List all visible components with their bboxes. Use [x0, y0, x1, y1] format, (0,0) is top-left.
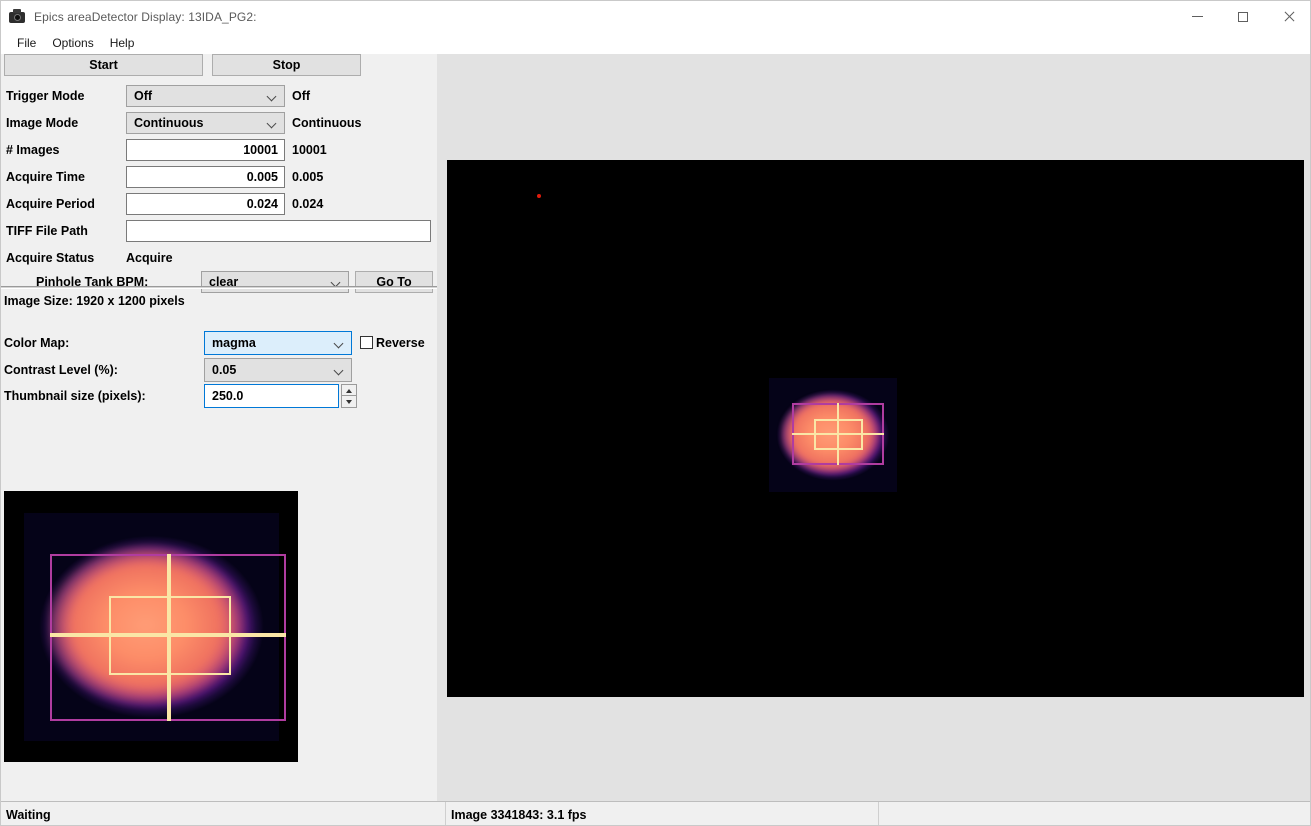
color-map-combo[interactable]: magma — [204, 330, 352, 355]
acquire-buttons: Start Stop — [4, 54, 434, 76]
contrast-level-label: Contrast Level (%): — [4, 362, 118, 377]
menu-bar: File Options Help — [1, 32, 1310, 54]
row-color-map: Color Map: magma Reverse — [1, 329, 425, 356]
chevron-down-icon — [268, 93, 276, 98]
chevron-down-icon — [335, 367, 343, 372]
crosshair-horizontal — [50, 633, 286, 637]
chevron-down-icon — [268, 120, 276, 125]
color-map-value: magma — [212, 335, 256, 350]
row-image-mode: Image Mode Continuous Continuous — [1, 109, 361, 136]
chevron-down-icon — [332, 279, 340, 284]
trigger-mode-readback: Off — [292, 88, 311, 103]
num-images-label: # Images — [6, 142, 60, 157]
image-size-label: Image Size: 1920 x 1200 pixels — [4, 294, 185, 308]
thumbnail-size-input[interactable]: 250.0 — [204, 383, 339, 408]
row-trigger-mode: Trigger Mode Off Off — [1, 82, 310, 109]
camera-icon — [9, 8, 25, 25]
thumbnail-size-stepper[interactable] — [341, 383, 357, 408]
color-map-label: Color Map: — [4, 335, 70, 350]
acquire-period-readback: 0.024 — [292, 196, 324, 211]
tiff-path-input[interactable] — [126, 219, 431, 242]
num-images-input[interactable]: 10001 — [126, 138, 285, 161]
status-frame-info: Image 3341843: 3.1 fps — [445, 801, 878, 825]
row-acquire-period: Acquire Period 0.024 0.024 — [1, 190, 323, 217]
maximize-icon — [1238, 11, 1248, 22]
menu-item-help[interactable]: Help — [102, 34, 143, 52]
num-images-readback: 10001 — [292, 142, 327, 157]
thumbnail-size-label: Thumbnail size (pixels): — [4, 388, 146, 403]
start-button[interactable]: Start — [4, 54, 203, 76]
reverse-label: Reverse — [376, 335, 425, 350]
application-window: Epics areaDetector Display: 13IDA_PG2: F… — [0, 0, 1311, 826]
stepper-down-icon[interactable] — [341, 395, 357, 408]
acquire-time-input[interactable]: 0.005 — [126, 165, 285, 188]
trigger-mode-combo[interactable]: Off — [126, 84, 285, 107]
acquire-status-value: Acquire — [126, 250, 173, 265]
status-extra — [878, 801, 1310, 825]
crosshair-horizontal — [792, 433, 884, 435]
row-pinhole-bpm: Pinhole Tank BPM: clear Go To — [1, 268, 433, 295]
status-message: Waiting — [6, 807, 51, 822]
row-acquire-time: Acquire Time 0.005 0.005 — [1, 163, 323, 190]
contrast-level-combo[interactable]: 0.05 — [204, 357, 352, 382]
thumbnail-image[interactable] — [4, 491, 298, 762]
control-panel: Start Stop Trigger Mode Off Off Image Mo… — [1, 54, 437, 801]
trigger-mode-label: Trigger Mode — [6, 88, 85, 103]
hot-pixel-marker — [537, 194, 541, 198]
row-contrast-level: Contrast Level (%): 0.05 — [1, 356, 352, 383]
title-bar: Epics areaDetector Display: 13IDA_PG2: — [1, 1, 1310, 32]
maximize-button[interactable] — [1220, 1, 1266, 32]
main-image[interactable] — [447, 160, 1304, 697]
minimize-button[interactable] — [1174, 1, 1220, 32]
window-title: Epics areaDetector Display: 13IDA_PG2: — [34, 9, 257, 24]
close-icon — [1284, 11, 1295, 22]
go-to-button[interactable]: Go To — [355, 270, 433, 293]
acquire-period-label: Acquire Period — [6, 196, 95, 211]
row-thumbnail-size: Thumbnail size (pixels): 250.0 — [1, 382, 357, 409]
contrast-level-value: 0.05 — [212, 362, 237, 377]
stepper-up-icon[interactable] — [341, 383, 357, 396]
stop-button[interactable]: Stop — [212, 54, 361, 76]
menu-item-file[interactable]: File — [9, 34, 44, 52]
acquire-period-input[interactable]: 0.024 — [126, 192, 285, 215]
acquire-status-label: Acquire Status — [6, 250, 95, 265]
reverse-checkbox[interactable] — [360, 336, 373, 349]
image-mode-label: Image Mode — [6, 115, 79, 130]
image-mode-value: Continuous — [134, 115, 204, 130]
row-acquire-status: Acquire Status Acquire — [1, 244, 173, 271]
trigger-mode-value: Off — [134, 88, 153, 103]
image-mode-readback: Continuous — [292, 115, 362, 130]
window-controls — [1174, 1, 1310, 32]
image-mode-combo[interactable]: Continuous — [126, 111, 285, 134]
acquire-time-label: Acquire Time — [6, 169, 85, 184]
section-divider — [1, 286, 437, 289]
acquire-time-readback: 0.005 — [292, 169, 324, 184]
row-num-images: # Images 10001 10001 — [1, 136, 327, 163]
chevron-down-icon — [335, 340, 343, 345]
status-bar: Waiting Image 3341843: 3.1 fps — [1, 801, 1310, 825]
menu-item-options[interactable]: Options — [44, 34, 101, 52]
row-tiff-path: TIFF File Path — [1, 217, 431, 244]
panel-splitter[interactable] — [437, 54, 445, 801]
tiff-path-label: TIFF File Path — [6, 223, 88, 238]
crosshair-vertical — [167, 554, 171, 721]
close-button[interactable] — [1266, 1, 1310, 32]
image-panel — [445, 54, 1310, 801]
pinhole-bpm-combo[interactable]: clear — [201, 270, 349, 293]
minimize-icon — [1191, 16, 1203, 17]
